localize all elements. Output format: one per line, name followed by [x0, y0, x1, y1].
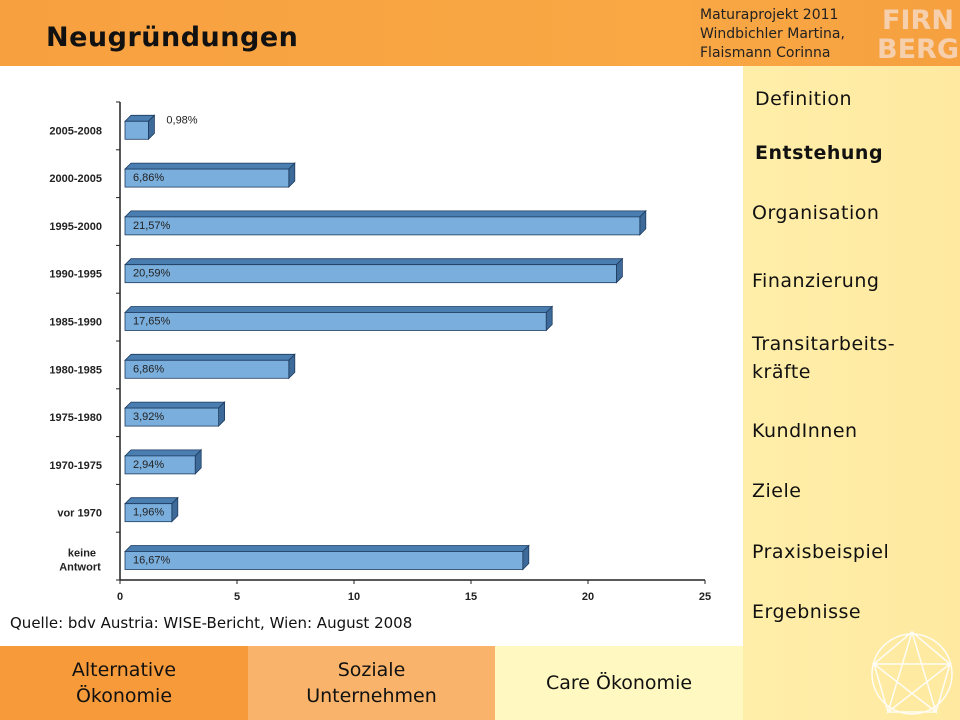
category-label: 1975-1980 [49, 412, 102, 424]
tab-label: Alternative Ökonomie [72, 657, 176, 709]
bar [124, 312, 547, 331]
data-label: 0,98% [166, 114, 197, 126]
project-info: Maturaprojekt 2011 Windbichler Martina, … [700, 6, 845, 63]
category-label: 1995-2000 [49, 221, 102, 233]
x-tick-label: 20 [582, 591, 594, 603]
data-label: 21,57% [133, 220, 171, 232]
svg-text:FIRN: FIRN [882, 5, 954, 36]
data-label: 6,86% [133, 172, 164, 184]
category-label-line: Antwort [59, 561, 101, 573]
star-logo-icon [871, 631, 953, 715]
category-label: 2005-2008 [49, 125, 102, 137]
nav-item-label: Praxisbeispiel [752, 541, 890, 563]
nav-item-label: Ergebnisse [752, 601, 862, 623]
tab-label-line: Ökonomie [75, 685, 173, 707]
bar-top [124, 210, 647, 218]
bar-top [124, 545, 530, 552]
bar-top [124, 401, 226, 409]
tab-1[interactable]: Soziale Unternehmen [248, 646, 495, 720]
bar [124, 264, 617, 284]
data-label: 17,65% [133, 315, 171, 327]
nav-item[interactable]: Entstehung [755, 142, 883, 164]
bar-top [124, 306, 554, 313]
data-label: 3,92% [133, 411, 164, 423]
nav-item[interactable]: Definition [755, 88, 852, 110]
nav-item[interactable]: Organisation [752, 202, 879, 224]
nav-item-label: Definition [755, 88, 853, 110]
project-line: Maturaprojekt 2011 [700, 7, 839, 23]
nav-item[interactable]: Praxisbeispiel [752, 541, 889, 563]
nav-item[interactable]: Ergebnisse [752, 601, 861, 623]
tab-label: Care Ökonomie [546, 670, 692, 696]
nav-item[interactable]: KundInnen [752, 420, 858, 442]
bar-top [124, 449, 203, 457]
data-label: 2,94% [133, 459, 164, 471]
nav-item-label: Transitarbeits- [752, 333, 896, 355]
tab-label-line: Soziale [337, 659, 406, 681]
nav-item[interactable]: Ziele [752, 480, 801, 502]
bar-top [124, 258, 624, 266]
category-label: 1970-1975 [49, 460, 102, 472]
nav-item-label: Finanzierung [752, 270, 880, 292]
category-label: 1990-1995 [49, 269, 102, 281]
tab-label-line: Care Ökonomie [545, 672, 693, 694]
nav-item-label: kräfte [752, 361, 811, 383]
bar-chart: 0510152025Anzahl2005-20080,98%2000-20056… [49, 101, 711, 603]
nav-item-label: Organisation [752, 202, 880, 224]
svg-text:BERG: BERG [878, 34, 958, 62]
bar-top [124, 497, 179, 505]
tab-label-line: Unternehmen [306, 685, 437, 707]
bar [124, 216, 641, 236]
project-line: Windbichler Martina, [700, 26, 845, 42]
data-label: 16,67% [133, 554, 171, 566]
category-label: 1985-1990 [49, 316, 102, 328]
bar [124, 551, 524, 570]
category-label: 2000-2005 [49, 173, 102, 185]
source-note: Quelle: bdv Austria: WISE-Bericht, Wien:… [10, 614, 413, 632]
data-label: 6,86% [133, 363, 164, 375]
project-line: Flaismann Corinna [700, 45, 831, 61]
tab-0[interactable]: Alternative Ökonomie [0, 646, 248, 720]
tab-label-line: Alternative [71, 659, 177, 681]
category-label-line: keine [68, 547, 96, 559]
page-title: Neugründungen [46, 22, 299, 53]
x-tick-label: 15 [465, 591, 477, 603]
nav-item-label: Entstehung [755, 142, 884, 164]
nav-item-label: KundInnen [752, 420, 858, 442]
x-tick-label: 5 [234, 591, 240, 603]
bar [124, 120, 149, 140]
bar-top [124, 162, 296, 170]
data-label: 1,96% [133, 507, 164, 519]
firnberg-logo: FIRN BERG [878, 5, 958, 62]
nav-item[interactable]: Finanzierung [752, 270, 879, 292]
tab-label: Soziale Unternehmen [306, 657, 437, 709]
x-tick-label: 25 [699, 591, 711, 603]
x-tick-label: 10 [348, 591, 360, 603]
data-label: 20,59% [133, 268, 171, 280]
category-label: vor 1970 [57, 508, 102, 520]
tab-2[interactable]: Care Ökonomie [495, 646, 743, 720]
nav-item-label: Ziele [752, 480, 802, 502]
nav-item[interactable]: Transitarbeits-kräfte [752, 330, 895, 386]
category-label: 1980-1985 [49, 364, 102, 376]
bar-top [124, 353, 296, 361]
x-tick-label: 0 [117, 591, 123, 603]
